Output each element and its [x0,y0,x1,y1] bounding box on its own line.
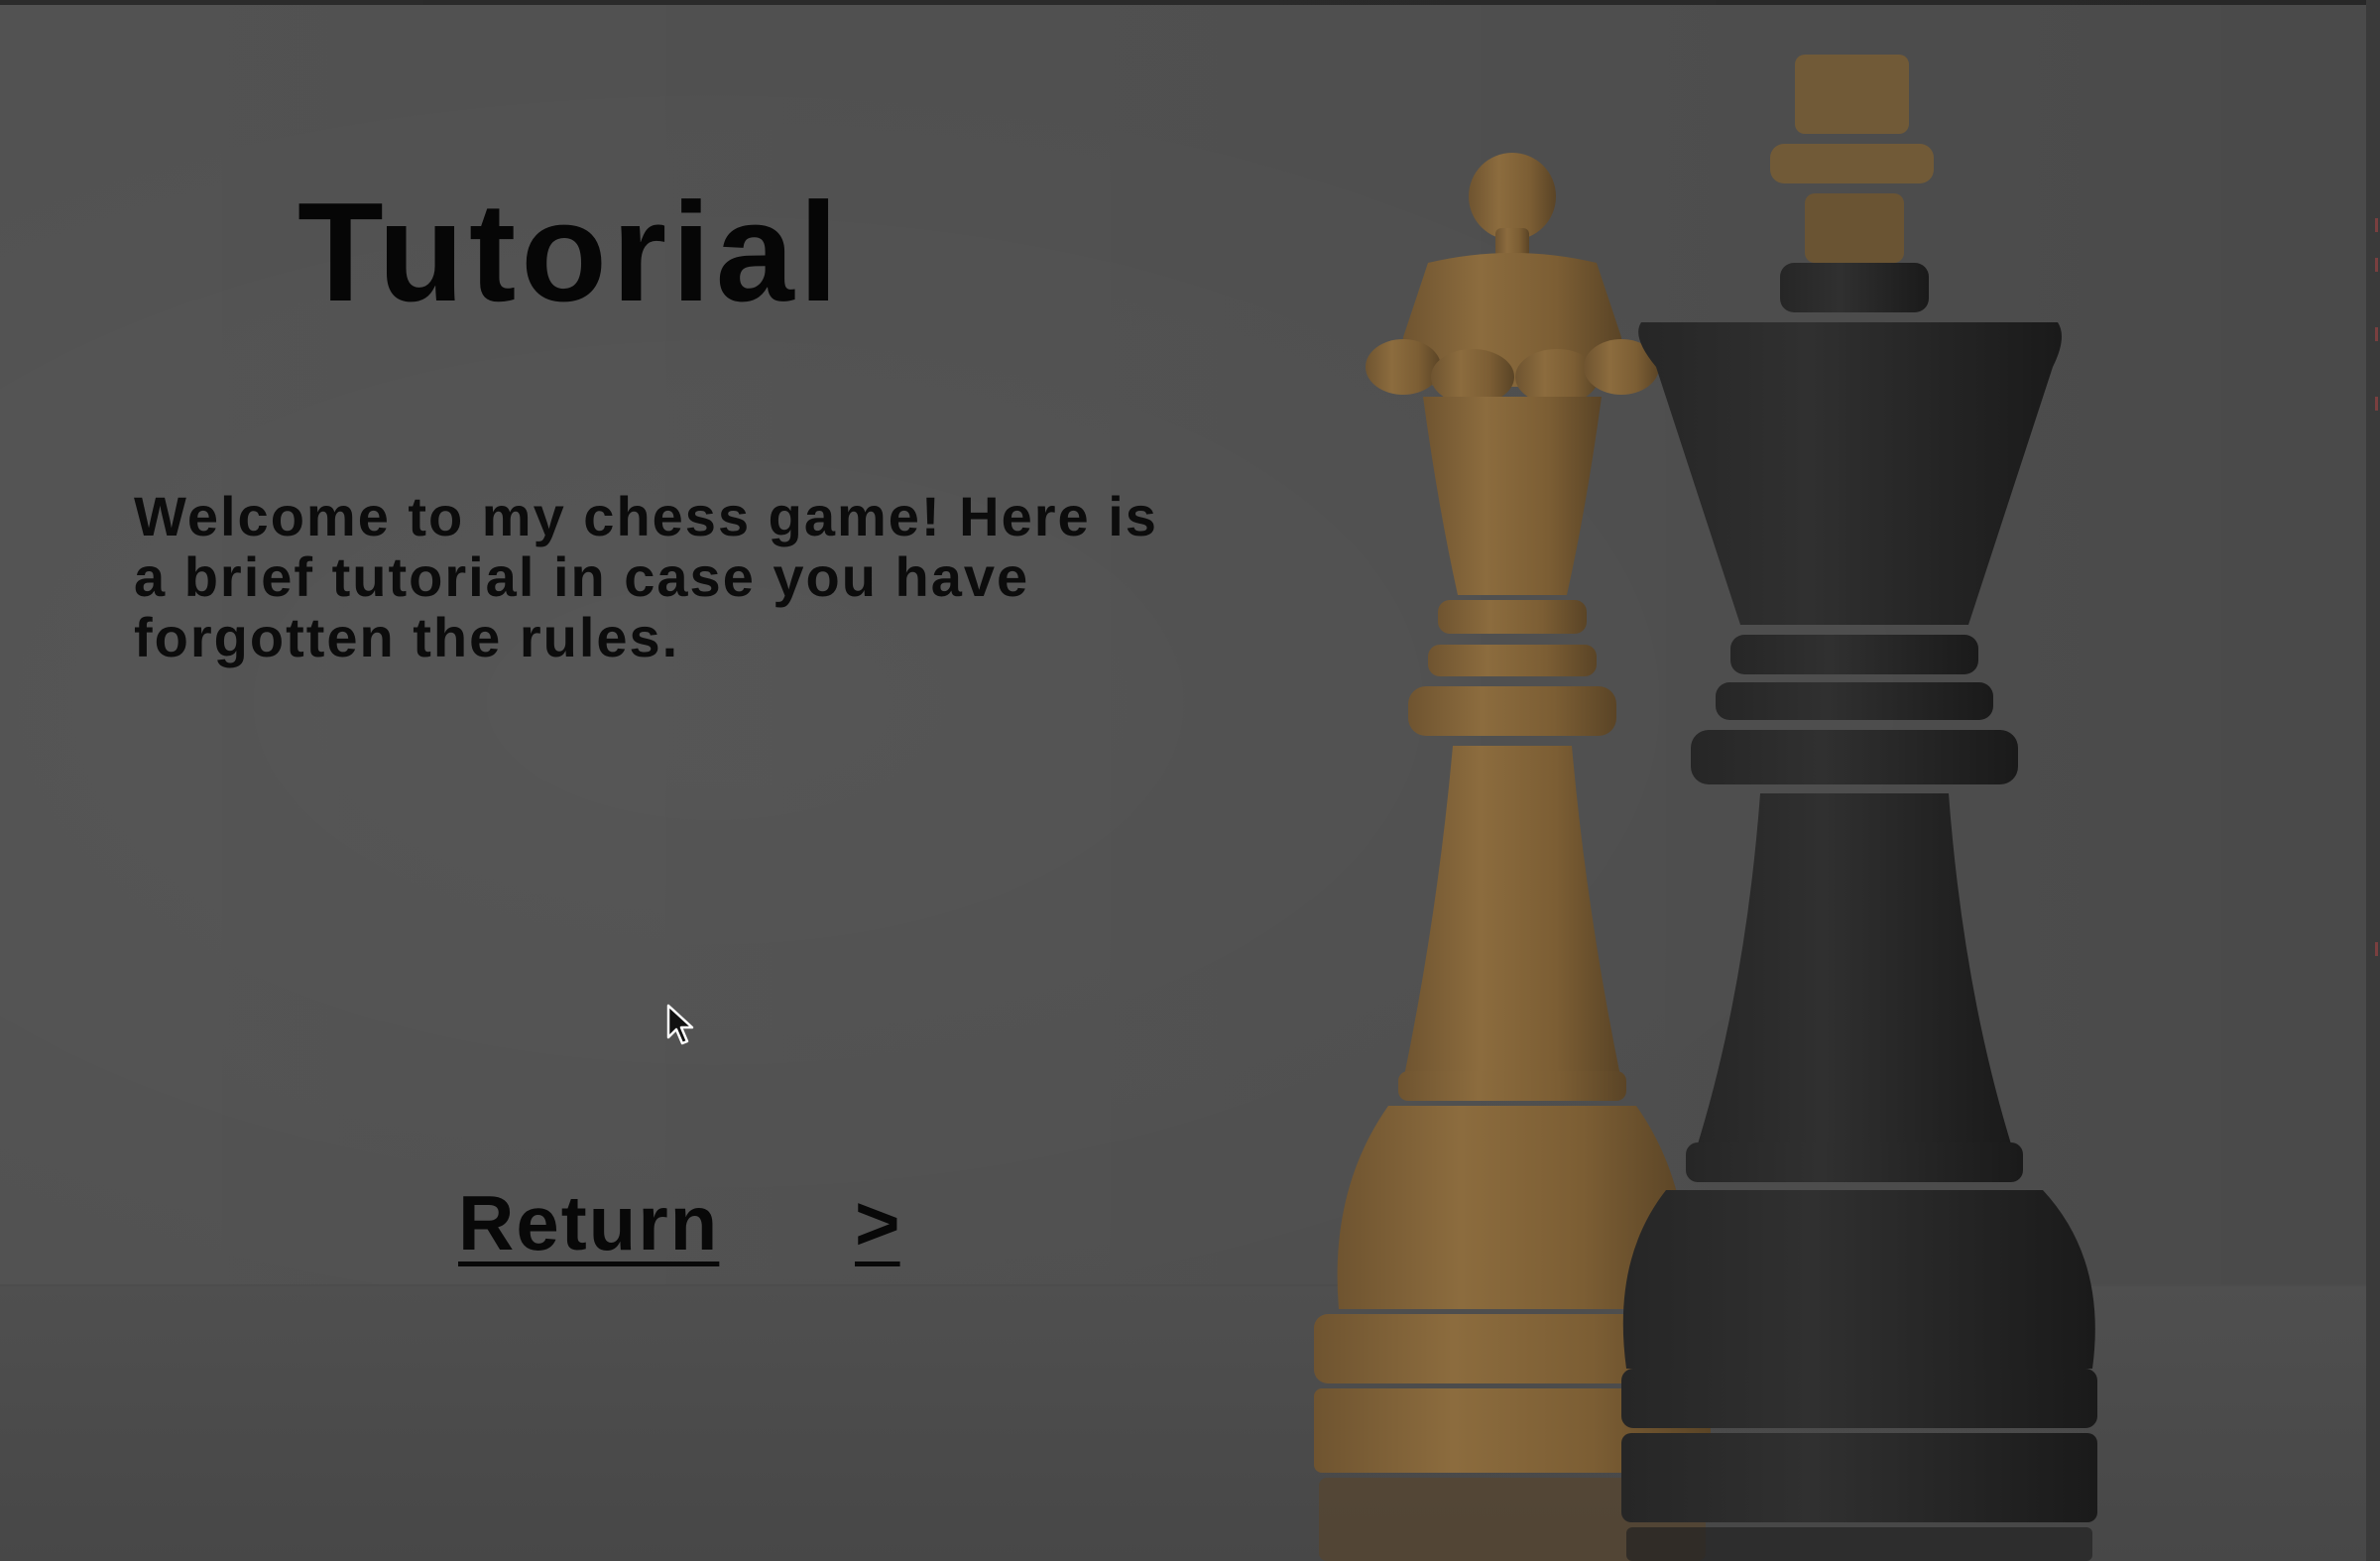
chess-pieces-illustration [1314,55,2097,1561]
edge-marker [2375,218,2378,232]
edge-marker [2375,327,2378,341]
welcome-message: Welcome to my chess game! Here is a brie… [134,485,1158,668]
window-right-edge [2366,0,2380,1561]
edge-marker [2375,258,2378,272]
arrow-cursor-icon [666,1004,694,1045]
edge-marker [2375,942,2378,956]
tutorial-screen: Tutorial Welcome to my chess game! Here … [0,0,2380,1561]
edge-marker [2375,397,2378,411]
black-king-piece [1621,55,2097,1561]
return-button[interactable]: Return [458,1173,719,1272]
next-page-button[interactable]: > [855,1173,900,1272]
page-title: Tutorial [298,174,844,331]
